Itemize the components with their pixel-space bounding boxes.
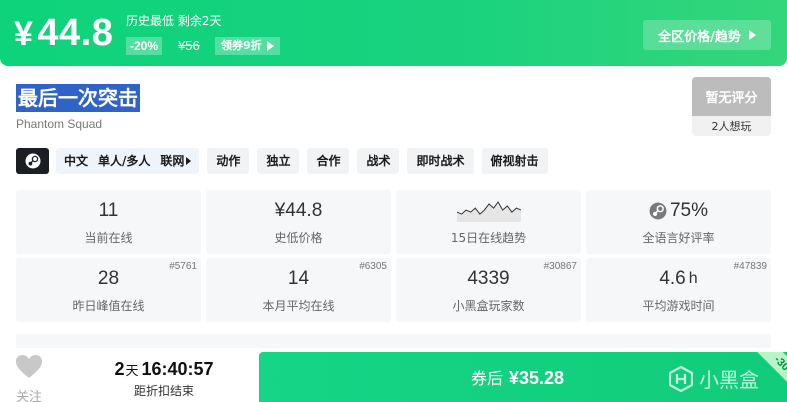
follow-button[interactable]: 关注: [6, 352, 52, 402]
stat-value: 28: [97, 268, 120, 289]
play-arrow-icon: [266, 41, 274, 51]
original-price: ¥56: [178, 38, 200, 53]
mode-online: 联网: [160, 154, 185, 168]
tag-row: 中文 单人/多人 联网 动作 独立 合作 战术 即时战术 俯视射击: [16, 148, 548, 174]
stat-player-count[interactable]: #30867 4339 小黑盒玩家数: [396, 258, 581, 322]
stat-unit: h: [688, 270, 698, 287]
buy-amount: ¥35.28: [509, 368, 565, 388]
mode-language: 中文: [64, 154, 89, 168]
stat-value: 75%: [669, 200, 709, 221]
stat-value: 4.6: [659, 268, 686, 289]
heybox-logo-icon: [669, 365, 693, 392]
steam-icon: [25, 153, 40, 169]
stat-label: 昨日峰值在线: [72, 299, 145, 313]
stat-label: 全语言好评率: [642, 231, 715, 245]
game-title: 最后一次突击: [16, 84, 140, 112]
stat-label: 小黑盒玩家数: [452, 299, 525, 313]
countdown-days: 2: [114, 359, 125, 379]
discount-badge: -20%: [126, 37, 163, 55]
sparkline-wrap: [396, 200, 581, 222]
genre-tag[interactable]: 合作: [307, 148, 350, 174]
stat-value: 4339: [467, 268, 510, 289]
discount-countdown: 2天 16:40:57 距折扣结束: [108, 357, 220, 399]
currency-symbol: ¥: [14, 15, 34, 53]
stat-month-average[interactable]: #6305 14 本月平均在线: [206, 258, 391, 322]
stat-online-trend[interactable]: 15日在线趋势: [396, 190, 581, 254]
stat-yesterday-peak[interactable]: #5761 28 昨日峰值在线: [16, 258, 201, 322]
stat-label: 15日在线趋势: [450, 231, 527, 245]
stat-review-rate[interactable]: 75% 全语言好评率: [586, 190, 771, 254]
price-value: 44.8: [37, 12, 114, 54]
stat-value-wrap: 4.6 h: [586, 268, 771, 290]
genre-tag[interactable]: 俯视射击: [481, 148, 548, 174]
stat-label: 当前在线: [84, 231, 133, 245]
countdown-label: 距折扣结束: [133, 384, 194, 398]
rating-label: 暂无评分: [692, 77, 771, 116]
stat-current-online[interactable]: 11 当前在线: [16, 190, 201, 254]
stat-value: ¥44.8: [274, 200, 323, 221]
stat-avg-playtime[interactable]: #47839 4.6 h 平均游戏时间: [586, 258, 771, 322]
stat-label: 平均游戏时间: [642, 299, 715, 313]
countdown-day-unit: 天: [125, 363, 139, 378]
mode-tag[interactable]: 中文 单人/多人 联网: [56, 148, 200, 174]
brand-name: 小黑盒: [699, 368, 759, 392]
rating-box: 暂无评分 2人想玩: [692, 77, 771, 136]
region-price-label: 全区价格/趋势: [658, 29, 741, 45]
content-divider: [16, 334, 771, 348]
stat-label: 本月平均在线: [262, 299, 335, 313]
buy-button[interactable]: 券后 ¥35.28 小黑盒 -30%: [259, 352, 787, 402]
genre-tag[interactable]: 即时战术: [407, 148, 474, 174]
steam-platform-tag[interactable]: [16, 148, 49, 174]
stat-value: 11: [98, 200, 119, 221]
stat-lowest-price[interactable]: ¥44.8 史低价格: [206, 190, 391, 254]
follow-label: 关注: [15, 390, 42, 402]
wants-count: 2人想玩: [692, 116, 771, 136]
genre-tag[interactable]: 动作: [207, 148, 250, 174]
play-arrow-icon: [186, 157, 192, 165]
trend-sparkline: [456, 201, 521, 222]
stat-value: 14: [287, 268, 310, 289]
buy-price: 券后 ¥35.28: [471, 367, 564, 390]
brand-mark: 小黑盒: [669, 364, 759, 393]
stat-label: 史低价格: [274, 231, 323, 245]
coupon-label: 领券9折: [221, 39, 262, 52]
steam-icon: [649, 202, 667, 220]
countdown-clock: 16:40:57: [141, 359, 214, 379]
heart-icon: [16, 355, 42, 378]
genre-tag[interactable]: 独立: [257, 148, 300, 174]
buy-prefix: 券后: [471, 369, 504, 388]
mode-players: 单人/多人: [98, 154, 151, 168]
countdown-time: 2天 16:40:57: [108, 357, 220, 383]
coupon-button[interactable]: 领券9折: [215, 37, 280, 55]
region-price-button[interactable]: 全区价格/趋势: [643, 20, 771, 50]
current-price: ¥ 44.8: [14, 12, 113, 56]
lowest-price-note: 历史最低 剩余2天: [126, 14, 222, 28]
price-banner: ¥ 44.8 历史最低 剩余2天 -20% ¥56 领券9折 全区价格/趋势: [0, 0, 787, 66]
stat-value-wrap: 75%: [586, 200, 771, 222]
genre-tag[interactable]: 战术: [357, 148, 400, 174]
game-subtitle: Phantom Squad: [16, 117, 103, 131]
play-arrow-icon: [748, 30, 756, 40]
